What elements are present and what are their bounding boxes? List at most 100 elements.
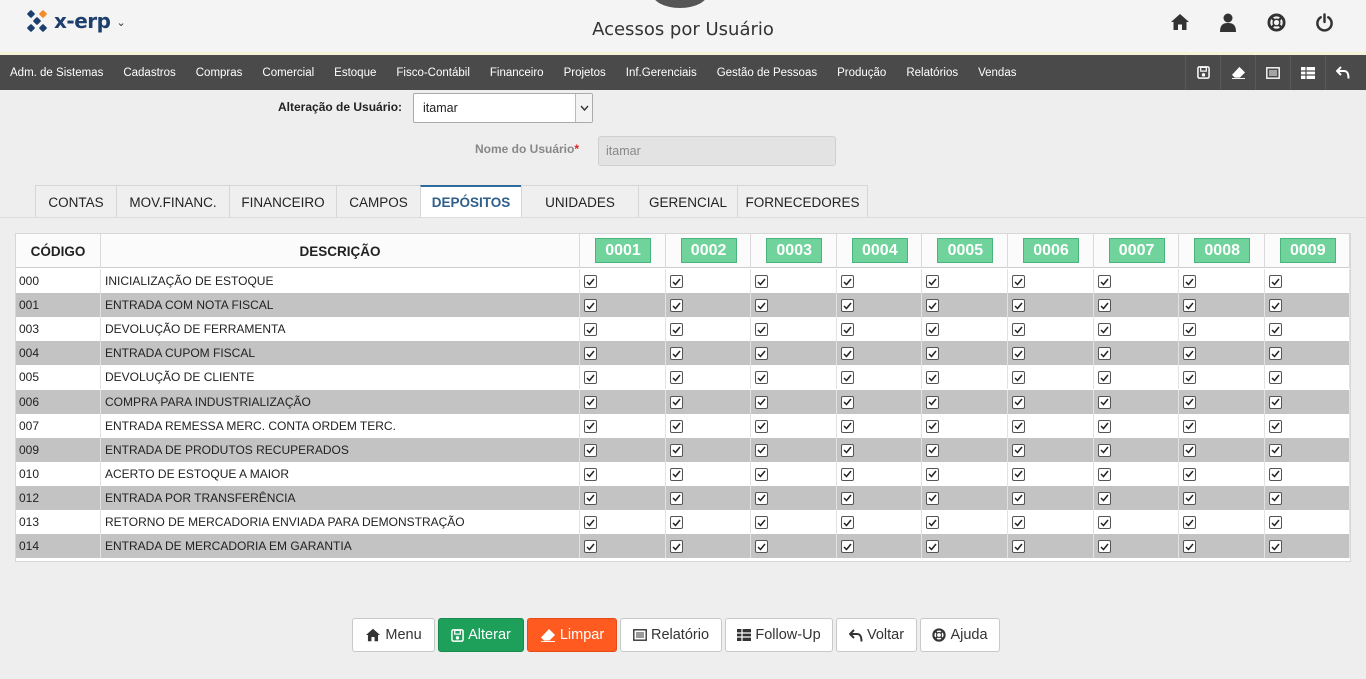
tab-fornecedores[interactable]: FORNECEDORES — [737, 185, 868, 218]
deposit-access-checkbox[interactable] — [1183, 347, 1197, 361]
menu-button[interactable]: Menu — [352, 618, 435, 652]
deposit-access-checkbox[interactable] — [840, 323, 854, 337]
deposit-access-checkbox[interactable] — [755, 323, 769, 337]
deposit-access-checkbox[interactable] — [669, 516, 683, 529]
deposit-badge[interactable]: 0004 — [851, 238, 908, 263]
deposit-access-checkbox[interactable] — [840, 347, 854, 361]
deposit-access-checkbox[interactable] — [1268, 347, 1282, 361]
menu-item-vendas[interactable]: Vendas — [978, 67, 1016, 79]
tab-unidades[interactable]: UNIDADES — [521, 185, 639, 218]
deposit-access-checkbox[interactable] — [669, 323, 683, 337]
tab-mov-financ[interactable]: MOV.FINANC. — [116, 185, 230, 218]
deposit-access-checkbox[interactable] — [926, 540, 940, 554]
deposit-access-checkbox[interactable] — [1268, 467, 1282, 481]
deposit-badge[interactable]: 0008 — [1194, 238, 1251, 263]
user-name-field[interactable]: itamar — [598, 136, 836, 166]
menu-item-producao[interactable]: Produção — [837, 67, 886, 79]
home-icon[interactable] — [1166, 10, 1194, 34]
power-icon[interactable] — [1310, 10, 1338, 34]
deposit-access-checkbox[interactable] — [1012, 516, 1025, 529]
deposit-access-checkbox[interactable] — [584, 419, 597, 433]
deposit-access-checkbox[interactable] — [1183, 443, 1197, 457]
deposit-access-checkbox[interactable] — [1012, 299, 1025, 313]
deposit-access-checkbox[interactable] — [1268, 491, 1282, 505]
deposit-access-checkbox[interactable] — [584, 467, 597, 481]
deposit-access-checkbox[interactable] — [755, 491, 769, 505]
deposit-access-checkbox[interactable] — [926, 371, 940, 385]
deposit-access-checkbox[interactable] — [1183, 323, 1197, 337]
toolbar-table-button[interactable] — [1290, 55, 1325, 90]
deposit-access-checkbox[interactable] — [669, 299, 683, 313]
deposit-access-checkbox[interactable] — [1012, 467, 1025, 481]
report-button[interactable]: Relatório — [620, 618, 722, 652]
deposit-access-checkbox[interactable] — [840, 371, 854, 385]
deposit-badge[interactable]: 0005 — [937, 238, 994, 263]
deposit-access-checkbox[interactable] — [840, 491, 854, 505]
deposit-access-checkbox[interactable] — [840, 467, 854, 481]
tab-campos[interactable]: CAMPOS — [336, 185, 421, 218]
deposit-access-checkbox[interactable] — [1183, 467, 1197, 481]
deposit-access-checkbox[interactable] — [1012, 395, 1025, 409]
deposit-access-checkbox[interactable] — [1097, 467, 1111, 481]
deposit-access-checkbox[interactable] — [1268, 395, 1282, 409]
user-icon[interactable] — [1214, 10, 1242, 34]
deposit-access-checkbox[interactable] — [1012, 275, 1025, 288]
deposit-access-checkbox[interactable] — [840, 419, 854, 433]
deposit-access-checkbox[interactable] — [1097, 443, 1111, 457]
menu-item-comercial[interactable]: Comercial — [262, 67, 314, 79]
deposit-access-checkbox[interactable] — [1012, 443, 1025, 457]
deposit-access-checkbox[interactable] — [584, 491, 597, 505]
menu-item-cadastros[interactable]: Cadastros — [123, 67, 175, 79]
toolbar-clear-button[interactable] — [1220, 55, 1255, 90]
deposit-access-checkbox[interactable] — [669, 419, 683, 433]
deposit-access-checkbox[interactable] — [755, 540, 769, 554]
chevron-down-icon[interactable] — [575, 94, 592, 122]
deposit-access-checkbox[interactable] — [1097, 516, 1111, 529]
deposit-access-checkbox[interactable] — [926, 516, 940, 529]
deposit-access-checkbox[interactable] — [669, 443, 683, 457]
deposit-access-checkbox[interactable] — [1183, 491, 1197, 505]
deposit-badge[interactable]: 0007 — [1108, 238, 1165, 263]
deposit-access-checkbox[interactable] — [926, 347, 940, 361]
user-select[interactable]: itamar — [413, 93, 593, 123]
deposit-access-checkbox[interactable] — [669, 540, 683, 554]
deposit-access-checkbox[interactable] — [755, 419, 769, 433]
deposit-access-checkbox[interactable] — [1012, 540, 1025, 554]
toolbar-save-button[interactable] — [1185, 55, 1220, 90]
deposit-access-checkbox[interactable] — [1012, 323, 1025, 337]
deposit-access-checkbox[interactable] — [926, 275, 940, 288]
deposit-access-checkbox[interactable] — [1097, 491, 1111, 505]
deposit-access-checkbox[interactable] — [1268, 516, 1282, 529]
deposit-access-checkbox[interactable] — [1268, 443, 1282, 457]
deposit-access-checkbox[interactable] — [584, 443, 597, 457]
deposit-access-checkbox[interactable] — [584, 371, 597, 385]
deposit-access-checkbox[interactable] — [926, 443, 940, 457]
deposit-access-checkbox[interactable] — [1268, 275, 1282, 288]
menu-item-relatorios[interactable]: Relatórios — [906, 67, 958, 79]
tab-contas[interactable]: CONTAS — [35, 185, 117, 218]
deposit-access-checkbox[interactable] — [755, 371, 769, 385]
deposit-access-checkbox[interactable] — [755, 275, 769, 288]
toolbar-back-button[interactable] — [1325, 55, 1360, 90]
deposit-access-checkbox[interactable] — [755, 395, 769, 409]
deposit-access-checkbox[interactable] — [584, 395, 597, 409]
deposit-access-checkbox[interactable] — [926, 395, 940, 409]
menu-item-fisco-contabil[interactable]: Fisco-Contábil — [396, 67, 470, 79]
deposit-access-checkbox[interactable] — [1268, 299, 1282, 313]
deposit-access-checkbox[interactable] — [1268, 540, 1282, 554]
deposit-access-checkbox[interactable] — [755, 443, 769, 457]
deposit-access-checkbox[interactable] — [1183, 516, 1197, 529]
deposit-access-checkbox[interactable] — [926, 323, 940, 337]
deposit-access-checkbox[interactable] — [1183, 540, 1197, 554]
deposit-access-checkbox[interactable] — [1012, 347, 1025, 361]
deposit-access-checkbox[interactable] — [669, 371, 683, 385]
menu-item-compras[interactable]: Compras — [196, 67, 243, 79]
deposit-badge[interactable]: 0003 — [766, 238, 823, 263]
deposit-access-checkbox[interactable] — [840, 540, 854, 554]
tab-gerencial[interactable]: GERENCIAL — [638, 185, 738, 218]
deposit-access-checkbox[interactable] — [840, 443, 854, 457]
help-button[interactable]: Ajuda — [920, 618, 1000, 652]
deposit-access-checkbox[interactable] — [755, 467, 769, 481]
alter-button[interactable]: Alterar — [438, 618, 524, 652]
deposit-access-checkbox[interactable] — [755, 299, 769, 313]
